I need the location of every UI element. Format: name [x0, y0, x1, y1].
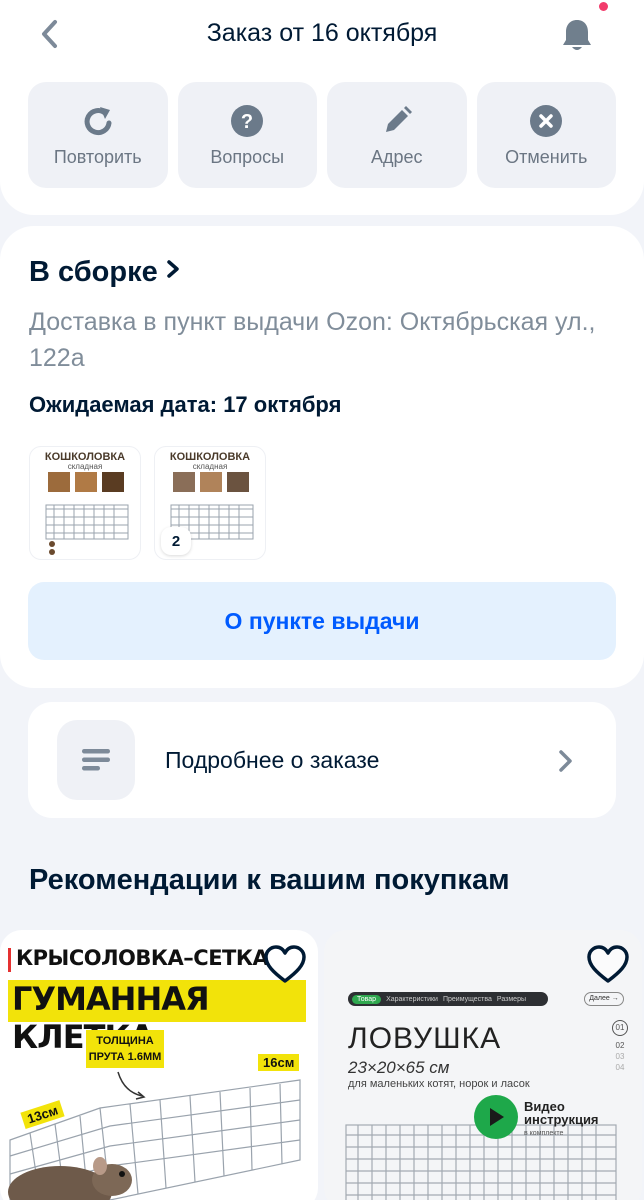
- cancel-order-button[interactable]: Отменить: [476, 82, 616, 188]
- question-icon: ?: [229, 103, 265, 139]
- address-button[interactable]: Адрес: [327, 82, 467, 188]
- recommendations-title: Рекомендации к вашим покупкам: [29, 864, 510, 896]
- order-actions: Повторить ? Вопросы Адрес Отменить: [28, 82, 616, 188]
- pickup-point-button[interactable]: О пункте выдачи: [28, 582, 616, 660]
- item-count-badge: 2: [161, 527, 191, 555]
- video-sublabel: в комплекте: [524, 1130, 564, 1137]
- pencil-icon: [379, 103, 415, 139]
- product-image: [45, 472, 129, 555]
- repeat-icon: [80, 103, 116, 139]
- header: Заказ от 16 октября: [0, 0, 644, 70]
- svg-text:?: ?: [241, 111, 253, 133]
- order-status[interactable]: В сборке: [29, 256, 180, 289]
- cancel-order-label: Отменить: [505, 146, 588, 167]
- notification-badge: [599, 2, 608, 11]
- product-thumbnail[interactable]: КОШКОЛОВКА складная: [29, 446, 141, 560]
- repeat-order-label: Повторить: [53, 146, 142, 167]
- address-label: Адрес: [370, 146, 423, 167]
- delivery-address: Доставка в пункт выдачи Ozon: Октябрьска…: [29, 308, 596, 372]
- video-label: Видео инструкция: [524, 1099, 599, 1127]
- repeat-order-button[interactable]: Повторить: [28, 82, 168, 188]
- product-thumbnail[interactable]: КОШКОЛОВКА складная 2: [154, 446, 266, 560]
- page-title: Заказ от 16 октября: [206, 19, 438, 47]
- expected-date: Ожидаемая дата: 17 октября: [29, 392, 342, 417]
- order-details-label: Подробнее о заказе: [165, 747, 380, 773]
- close-circle-icon: [528, 103, 564, 139]
- bell-icon: [563, 20, 591, 50]
- play-icon: [474, 1095, 518, 1139]
- favorite-heart-icon[interactable]: [263, 945, 307, 985]
- questions-label: Вопросы: [210, 146, 285, 167]
- chevron-right-icon: [166, 260, 179, 278]
- notifications-button[interactable]: [556, 14, 598, 56]
- questions-button[interactable]: ? Вопросы: [177, 82, 317, 188]
- chevron-right-icon: [559, 750, 572, 772]
- order-status-label: В сборке: [29, 256, 158, 288]
- list-icon: [57, 720, 135, 800]
- order-details-row[interactable]: Подробнее о заказе: [28, 702, 616, 818]
- favorite-heart-icon[interactable]: [586, 945, 630, 985]
